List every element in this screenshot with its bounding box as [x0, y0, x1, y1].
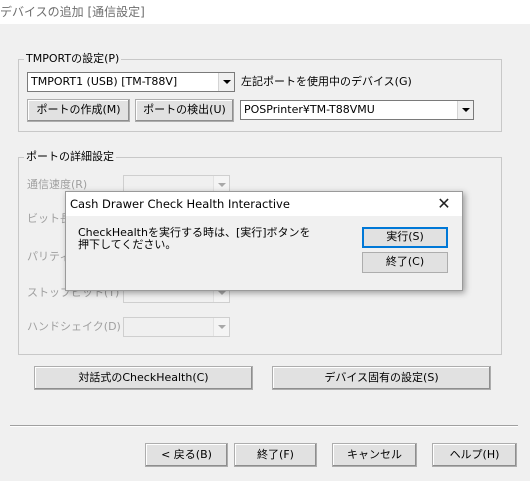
back-button[interactable]: < 戻る(B) [145, 443, 228, 467]
footer-separator-highlight [10, 426, 518, 427]
cancel-button[interactable]: キャンセル [332, 443, 417, 467]
tmport-combo-value: TMPORT1 (USB) [TM-T88V] [31, 75, 178, 88]
window-title-bar: デバイスの追加 [通信設定] [0, 0, 530, 24]
finish-button[interactable]: 終了(F) [234, 443, 317, 467]
dialog-title: Cash Drawer Check Health Interactive [70, 197, 290, 211]
chevron-down-icon[interactable] [457, 101, 473, 119]
baud-rate-label: 通信速度(R) [27, 178, 88, 191]
execute-button[interactable]: 実行(S) [362, 227, 448, 248]
chevron-down-icon[interactable] [213, 318, 229, 336]
close-icon[interactable]: ✕ [434, 194, 454, 214]
window-title: デバイスの追加 [通信設定] [0, 5, 145, 19]
dialog-close-button[interactable]: 終了(C) [362, 252, 448, 273]
dialog-message-line2: 押下してください。 [78, 238, 177, 251]
dialog-message: CheckHealthを実行する時は、[実行]ボタンを 押下してください。 [78, 227, 348, 251]
create-port-button[interactable]: ポートの作成(M) [27, 99, 130, 122]
device-specific-settings-button[interactable]: デバイス固有の設定(S) [272, 366, 491, 390]
device-in-use-label: 左記ポートを使用中のデバイス(G) [241, 75, 412, 88]
tmport-group-legend: TMPORTの設定(P) [24, 52, 122, 66]
device-combo[interactable]: POSPrinter¥TM-T88VMU [240, 100, 474, 120]
tmport-combo[interactable]: TMPORT1 (USB) [TM-T88V] [27, 72, 235, 92]
chevron-down-icon[interactable] [218, 73, 234, 91]
device-combo-value: POSPrinter¥TM-T88VMU [244, 103, 375, 116]
checkhealth-dialog: Cash Drawer Check Health Interactive ✕ C… [65, 191, 463, 291]
help-button[interactable]: ヘルプ(H) [432, 443, 517, 467]
handshake-combo[interactable] [123, 317, 230, 337]
detect-port-button[interactable]: ポートの検出(U) [135, 99, 234, 122]
dialog-title-bar: Cash Drawer Check Health Interactive [66, 192, 462, 216]
interactive-checkhealth-button[interactable]: 対話式のCheckHealth(C) [34, 366, 253, 390]
handshake-label: ハンドシェイク(D) [27, 320, 121, 333]
port-details-legend: ポートの詳細設定 [24, 150, 116, 164]
